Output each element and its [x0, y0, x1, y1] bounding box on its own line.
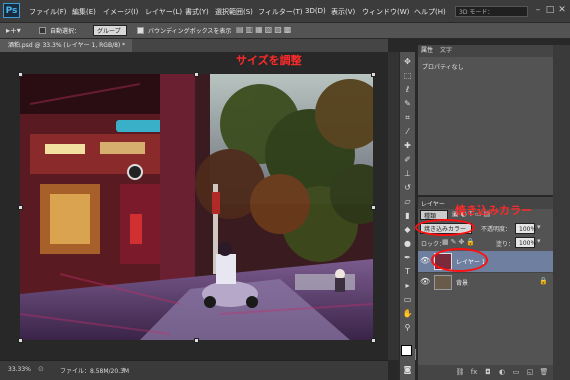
hand-tool-icon[interactable]: ✋: [402, 308, 413, 319]
opacity-input[interactable]: 100%: [515, 223, 536, 234]
maximize-icon[interactable]: □: [544, 4, 556, 16]
healing-brush-icon[interactable]: ✚: [402, 140, 413, 151]
opacity-label: 不透明度：: [481, 226, 512, 233]
transform-handle-mr[interactable]: [371, 205, 376, 210]
layer-thumbnail: [434, 275, 452, 290]
document-tab-bar: 酒粕.psd @ 33.3% (レイヤー 1, RGB/8) *: [0, 39, 388, 52]
move-tool-icon[interactable]: ✥: [402, 56, 413, 67]
menu-3d[interactable]: 3D(D): [305, 7, 326, 15]
street-photo-image: [20, 74, 373, 340]
file-size-info: ファイル：8.58M/20.3M: [60, 368, 130, 375]
minimize-icon[interactable]: –: [532, 4, 544, 16]
align-icons[interactable]: ▤▥▦▧▨▩: [236, 25, 293, 34]
move-tool-icon[interactable]: ▸+▾: [6, 26, 21, 35]
document-tab[interactable]: 酒粕.psd @ 33.3% (レイヤー 1, RGB/8) *: [0, 39, 132, 52]
quick-select-icon[interactable]: ✎: [402, 98, 413, 109]
path-select-icon[interactable]: ▸: [402, 280, 413, 291]
auto-select-label: 自動選択：: [50, 28, 81, 35]
stamp-tool-icon[interactable]: ⊥: [402, 168, 413, 179]
annotation-burn-color-label: 焼き込みカラー: [455, 204, 532, 217]
status-info-icon[interactable]: ⊙: [38, 365, 44, 373]
pen-tool-icon[interactable]: ✒: [402, 252, 413, 263]
photoshop-logo: Ps: [3, 3, 20, 18]
eyedropper-icon[interactable]: ⁄: [402, 126, 413, 137]
menu-layer[interactable]: レイヤー(L): [145, 7, 182, 17]
transform-handle-bc[interactable]: [194, 338, 199, 343]
menu-window[interactable]: ウィンドウ(W): [362, 7, 409, 17]
foreground-color-swatch[interactable]: [401, 345, 412, 356]
tab-character[interactable]: 文字: [440, 45, 452, 57]
menu-filter[interactable]: フィルター(T): [258, 7, 303, 17]
transform-handle-tc[interactable]: [194, 72, 199, 77]
properties-panel: 属性 文字 プロパティなし: [418, 45, 553, 195]
close-icon[interactable]: ✕: [556, 4, 568, 16]
highlight-ring-blend-mode: [415, 219, 475, 236]
tab-properties[interactable]: 属性: [421, 45, 433, 57]
annotation-resize-label: サイズを調整: [236, 54, 302, 67]
history-brush-icon[interactable]: ↺: [402, 182, 413, 193]
workspace-mode-select[interactable]: 3D モード：: [455, 6, 528, 17]
brush-tool-icon[interactable]: ✐: [402, 154, 413, 165]
document-image[interactable]: [20, 74, 373, 340]
layer-row-background[interactable]: 👁 背景 🔒: [418, 272, 553, 292]
auto-select-checkbox[interactable]: [39, 27, 46, 34]
menu-file[interactable]: ファイル(F): [29, 7, 67, 17]
transform-handle-tl[interactable]: [18, 72, 23, 77]
transform-handle-br[interactable]: [371, 338, 376, 343]
bounding-box-label: バウンディングボックスを表示: [148, 28, 232, 35]
menu-type[interactable]: 書式(Y): [185, 7, 209, 17]
transform-handle-bl[interactable]: [18, 338, 23, 343]
menu-help[interactable]: ヘルプ(H): [414, 7, 446, 17]
lasso-tool-icon[interactable]: ℓ: [402, 84, 413, 95]
add-mask-icon[interactable]: ◘: [482, 367, 494, 377]
dodge-tool-icon[interactable]: ●: [402, 238, 413, 249]
visibility-eye-icon[interactable]: 👁: [420, 277, 430, 286]
options-bar: ▸+▾ 自動選択： グループ バウンディングボックスを表示 ▤▥▦▧▨▩: [0, 22, 570, 39]
lock-icons[interactable]: ▦✎✥🔒: [442, 238, 477, 246]
status-bar: 33.33% ⊙ ファイル：8.58M/20.3M ▸: [0, 360, 388, 380]
shape-tool-icon[interactable]: ▭: [402, 294, 413, 305]
status-arrow-icon[interactable]: ▸: [123, 365, 127, 373]
zoom-level[interactable]: 33.33%: [8, 366, 31, 373]
menu-image[interactable]: イメージ(I): [103, 7, 138, 17]
lock-icon: 🔒: [539, 277, 548, 285]
type-tool-icon[interactable]: T: [402, 266, 413, 277]
visibility-eye-icon[interactable]: 👁: [420, 256, 430, 265]
toolbox: ✥ ⬚ ℓ ✎ ⌗ ⁄ ✚ ✐ ⊥ ↺ ▱ ▮ ◆ ● ✒ T ▸ ▭ ✋ ⚲ …: [399, 52, 416, 380]
opacity-dropdown-icon[interactable]: ▾: [537, 223, 541, 231]
marquee-tool-icon[interactable]: ⬚: [402, 70, 413, 81]
menu-view[interactable]: 表示(V): [331, 7, 355, 17]
adjustment-layer-icon[interactable]: ◐: [496, 367, 508, 377]
layers-panel-title[interactable]: レイヤー: [421, 199, 445, 208]
layer-name[interactable]: 背景: [456, 278, 468, 287]
menu-select[interactable]: 選択範囲(S): [215, 7, 253, 17]
gradient-tool-icon[interactable]: ▮: [402, 210, 413, 221]
quick-mask-icon[interactable]: ◙: [402, 364, 413, 375]
scroll-strip[interactable]: [388, 52, 399, 360]
fill-input[interactable]: 100%: [515, 237, 536, 248]
layers-footer: ⛓ fx ◘ ◐ ▭ ◱ 🗑: [418, 365, 553, 380]
fill-dropdown-icon[interactable]: ▾: [537, 237, 541, 245]
highlight-ring-layer: [431, 248, 488, 272]
delete-layer-icon[interactable]: 🗑: [538, 367, 550, 377]
auto-select-dropdown[interactable]: グループ: [93, 25, 127, 36]
link-layers-icon[interactable]: ⛓: [454, 367, 466, 377]
transform-handle-tr[interactable]: [371, 72, 376, 77]
panel-dock-edge: [553, 45, 570, 380]
bounding-box-checkbox[interactable]: [137, 27, 144, 34]
menu-edit[interactable]: 編集(E): [72, 7, 96, 17]
properties-empty-text: プロパティなし: [422, 64, 464, 71]
menu-bar: Ps ファイル(F) 編集(E) イメージ(I) レイヤー(L) 書式(Y) 選…: [0, 0, 570, 22]
fill-label: 塗り：: [496, 241, 515, 248]
new-layer-icon[interactable]: ◱: [524, 367, 536, 377]
blur-tool-icon[interactable]: ◆: [402, 224, 413, 235]
crop-tool-icon[interactable]: ⌗: [402, 112, 413, 123]
eraser-tool-icon[interactable]: ▱: [402, 196, 413, 207]
new-group-icon[interactable]: ▭: [510, 367, 522, 377]
transform-handle-ml[interactable]: [18, 205, 23, 210]
zoom-tool-icon[interactable]: ⚲: [402, 322, 413, 333]
layer-style-icon[interactable]: fx: [468, 367, 480, 377]
